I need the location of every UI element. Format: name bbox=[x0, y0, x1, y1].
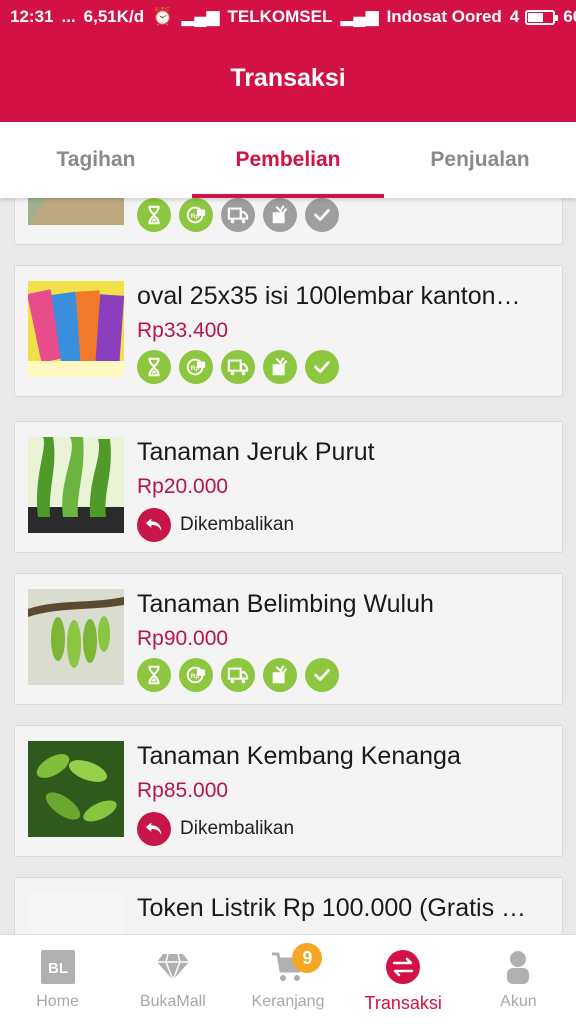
payment-icon: Rp bbox=[179, 198, 213, 232]
transfer-icon bbox=[385, 949, 421, 985]
progress-steps: Rp bbox=[137, 658, 347, 692]
product-price: Rp20.000 bbox=[137, 475, 229, 498]
package-icon bbox=[263, 198, 297, 232]
product-image bbox=[28, 198, 124, 225]
check-icon bbox=[305, 350, 339, 384]
return-status: Dikembalikan bbox=[137, 508, 294, 542]
nav-label: Akun bbox=[500, 993, 537, 1010]
status-network: 4 bbox=[509, 7, 520, 26]
truck-icon bbox=[221, 198, 255, 232]
nav-label: Home bbox=[36, 993, 79, 1010]
transaction-card[interactable]: Tanaman Belimbing Wuluh Rp90.000 Rp bbox=[14, 573, 563, 705]
tab-bar: Tagihan Pembelian Penjualan bbox=[0, 122, 576, 198]
hourglass-icon bbox=[137, 198, 171, 232]
payment-icon: Rp bbox=[179, 658, 213, 692]
product-image bbox=[28, 437, 124, 533]
product-price: Rp90.000 bbox=[137, 627, 229, 650]
nav-label: Keranjang bbox=[251, 993, 325, 1010]
svg-text:BL: BL bbox=[48, 960, 68, 977]
signal-icon-2: ▂▄▆ bbox=[340, 7, 379, 26]
transaction-card[interactable]: Rp bbox=[14, 198, 563, 245]
product-title: oval 25x35 isi 100lembar kanton… bbox=[137, 282, 521, 310]
truck-icon bbox=[221, 350, 255, 384]
nav-akun[interactable]: Akun bbox=[461, 935, 576, 1024]
product-price: Rp33.400 bbox=[137, 319, 229, 342]
nav-bukamall[interactable]: BukaMall bbox=[115, 935, 230, 1024]
status-dots: ... bbox=[61, 7, 76, 26]
product-price: Rp85.000 bbox=[137, 779, 229, 802]
app-bar: Transaksi bbox=[0, 34, 576, 122]
page-title: Transaksi bbox=[230, 63, 346, 92]
hourglass-icon bbox=[137, 350, 171, 384]
nav-label: BukaMall bbox=[139, 993, 206, 1010]
alarm-icon: ⏰ bbox=[152, 7, 174, 26]
return-icon bbox=[137, 508, 171, 542]
product-title: Tanaman Belimbing Wuluh bbox=[137, 590, 434, 618]
svg-text:Rp: Rp bbox=[191, 365, 200, 372]
nav-transaksi[interactable]: Transaksi bbox=[346, 935, 461, 1024]
status-label: Dikembalikan bbox=[180, 818, 295, 839]
tab-pembelian[interactable]: Pembelian bbox=[192, 122, 384, 198]
status-bar: 12:31 ... 6,51K/d ⏰ ▂▄▆ TELKOMSEL ▂▄▆ In… bbox=[0, 0, 576, 34]
progress-steps: Rp bbox=[137, 350, 347, 384]
product-title: Tanaman Kembang Kenanga bbox=[137, 742, 461, 770]
return-status: Dikembalikan bbox=[137, 812, 294, 846]
hourglass-icon bbox=[137, 658, 171, 692]
product-title: Tanaman Jeruk Purut bbox=[137, 438, 375, 466]
bottom-nav: BL Home BukaMall 9 Keranjang Transaksi A… bbox=[0, 934, 576, 1024]
status-battery: 60 bbox=[563, 7, 576, 26]
transaction-card[interactable]: Tanaman Kembang Kenanga Rp85.000 Dikemba… bbox=[14, 725, 563, 857]
truck-icon bbox=[221, 658, 255, 692]
status-speed: 6,51K/d bbox=[83, 7, 145, 26]
battery-icon bbox=[525, 9, 559, 25]
bl-logo-icon: BL bbox=[40, 949, 76, 985]
transaction-card[interactable]: oval 25x35 isi 100lembar kanton… Rp33.40… bbox=[14, 265, 563, 397]
cart-badge: 9 bbox=[292, 943, 323, 973]
svg-text:Rp: Rp bbox=[191, 213, 200, 220]
check-icon bbox=[305, 658, 339, 692]
return-icon bbox=[137, 812, 171, 846]
signal-icon: ▂▄▆ bbox=[181, 7, 220, 26]
package-icon bbox=[263, 350, 297, 384]
nav-home[interactable]: BL Home bbox=[0, 935, 115, 1024]
status-label: Dikembalikan bbox=[180, 514, 295, 535]
tab-penjualan[interactable]: Penjualan bbox=[384, 122, 576, 198]
progress-steps: Rp bbox=[137, 198, 347, 232]
diamond-icon bbox=[155, 949, 191, 985]
user-icon bbox=[500, 949, 536, 985]
transaction-card[interactable]: Tanaman Jeruk Purut Rp20.000 Dikembalika… bbox=[14, 421, 563, 553]
status-carrier-2: Indosat Oored bbox=[386, 7, 502, 26]
product-image bbox=[28, 893, 124, 934]
product-image bbox=[28, 281, 124, 377]
status-carrier-1: TELKOMSEL bbox=[227, 7, 333, 26]
product-title: Token Listrik Rp 100.000 (Gratis … bbox=[137, 894, 527, 922]
tab-tagihan[interactable]: Tagihan bbox=[0, 122, 192, 198]
check-icon bbox=[305, 198, 339, 232]
nav-keranjang[interactable]: 9 Keranjang bbox=[230, 935, 345, 1024]
transaction-card[interactable]: Token Listrik Rp 100.000 (Gratis … bbox=[14, 877, 563, 934]
svg-text:Rp: Rp bbox=[191, 673, 200, 680]
transaction-list[interactable]: Rp oval 25x35 isi 100lembar kanton… Rp33… bbox=[0, 198, 576, 934]
product-image bbox=[28, 741, 124, 837]
payment-icon: Rp bbox=[179, 350, 213, 384]
package-icon bbox=[263, 658, 297, 692]
product-image bbox=[28, 589, 124, 685]
nav-label: Transaksi bbox=[364, 993, 442, 1013]
status-time: 12:31 bbox=[10, 7, 54, 26]
